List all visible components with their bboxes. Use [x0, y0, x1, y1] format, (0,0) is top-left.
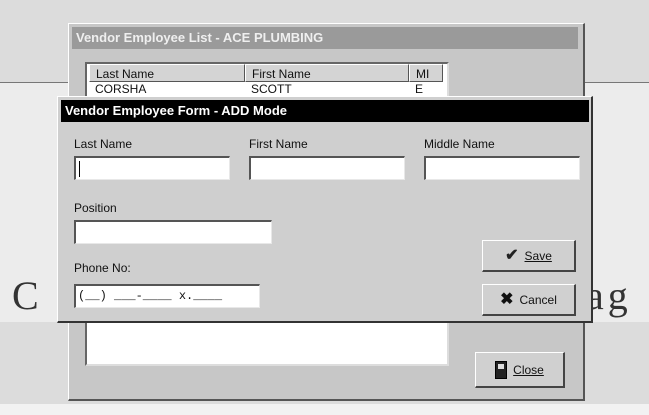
last-name-label: Last Name — [74, 137, 133, 151]
first-name-field[interactable] — [249, 156, 405, 180]
cancel-button[interactable]: ✖ Cancel — [482, 284, 576, 316]
cell-first-name: SCOTT — [251, 82, 292, 96]
save-button-label: Save — [524, 248, 552, 263]
list-window-title: Vendor Employee List - ACE PLUMBING — [72, 27, 578, 49]
door-icon — [495, 360, 508, 379]
column-header-last-name[interactable]: Last Name — [89, 64, 245, 82]
phone-label: Phone No: — [74, 261, 131, 275]
phone-field[interactable]: (__) ___-____ x.____ — [74, 284, 260, 308]
position-label: Position — [74, 201, 117, 215]
cell-mi: E — [415, 82, 424, 96]
text-caret — [79, 161, 80, 177]
cell-last-name: CORSHA — [95, 82, 147, 96]
vendor-employee-form-window: Vendor Employee Form - ADD Mode Last Nam… — [57, 96, 593, 323]
last-name-field[interactable] — [74, 156, 230, 180]
background-bottom — [0, 404, 649, 415]
grid-header: Last Name First Name MI — [87, 64, 447, 84]
form-window-title: Vendor Employee Form - ADD Mode — [61, 100, 589, 122]
check-icon: ✔ — [505, 246, 519, 264]
cancel-button-label: Cancel — [519, 292, 557, 307]
middle-name-field[interactable] — [424, 156, 580, 180]
close-button[interactable]: Close — [475, 352, 565, 388]
save-button[interactable]: ✔ Save — [482, 240, 576, 272]
column-header-mi[interactable]: MI — [409, 64, 443, 82]
middle-name-label: Middle Name — [424, 137, 495, 151]
x-icon: ✖ — [500, 290, 514, 308]
column-header-first-name[interactable]: First Name — [245, 64, 409, 82]
first-name-label: First Name — [249, 137, 308, 151]
background-text-left: C — [12, 273, 43, 318]
position-field[interactable] — [74, 220, 272, 244]
close-button-label: Close — [513, 362, 544, 377]
